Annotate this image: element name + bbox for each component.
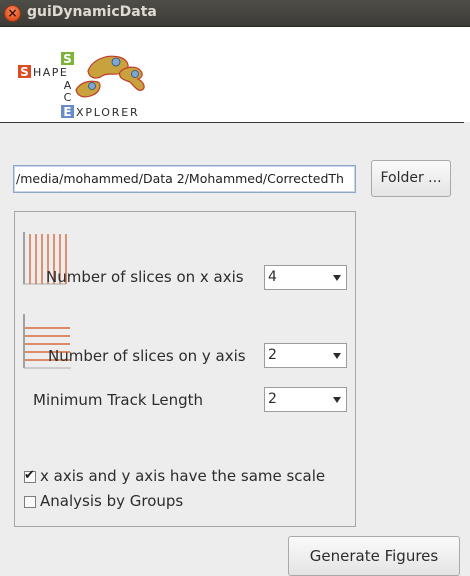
min-track-label: Minimum Track Length bbox=[33, 391, 204, 409]
y-slices-label: Number of slices on y axis bbox=[48, 347, 246, 365]
shapespace-explorer-logo: S HAPE S A C E XPLORER bbox=[18, 52, 145, 119]
checkmark-icon: ✔ bbox=[24, 468, 35, 483]
folder-button[interactable]: Folder ... bbox=[371, 160, 451, 197]
x-slices-value: 4 bbox=[268, 269, 277, 285]
svg-text:S: S bbox=[20, 65, 29, 79]
x-slices-label: Number of slices on x axis bbox=[46, 268, 244, 286]
chevron-down-icon bbox=[333, 353, 341, 359]
window-titlebar: × guiDynamicData bbox=[0, 0, 470, 27]
y-slices-value: 2 bbox=[268, 347, 277, 363]
y-slices-select[interactable]: 2 bbox=[264, 343, 347, 368]
groups-checkbox[interactable] bbox=[24, 496, 36, 508]
generate-figures-button[interactable]: Generate Figures bbox=[288, 536, 460, 576]
header-divider bbox=[0, 122, 464, 123]
same-scale-checkbox[interactable]: ✔ bbox=[24, 468, 36, 483]
chevron-down-icon bbox=[333, 275, 341, 281]
svg-text:S: S bbox=[63, 52, 72, 66]
close-icon: × bbox=[7, 6, 18, 20]
chevron-down-icon bbox=[333, 397, 341, 403]
window-close-button[interactable]: × bbox=[4, 5, 21, 22]
x-slices-select[interactable]: 4 bbox=[264, 265, 347, 290]
groups-label: Analysis by Groups bbox=[40, 492, 184, 510]
min-track-select[interactable]: 2 bbox=[264, 387, 347, 412]
min-track-value: 2 bbox=[268, 391, 277, 407]
window-title: guiDynamicData bbox=[27, 4, 157, 20]
folder-path-field[interactable]: /media/mohammed/Data 2/Mohammed/Correcte… bbox=[13, 165, 356, 193]
svg-text:XPLORER: XPLORER bbox=[76, 106, 139, 119]
svg-text:C: C bbox=[64, 91, 72, 104]
same-scale-label: x axis and y axis have the same scale bbox=[40, 467, 326, 485]
svg-text:E: E bbox=[63, 105, 71, 119]
folder-path-value: /media/mohammed/Data 2/Mohammed/Correcte… bbox=[16, 171, 344, 186]
svg-text:HAPE: HAPE bbox=[33, 66, 68, 79]
